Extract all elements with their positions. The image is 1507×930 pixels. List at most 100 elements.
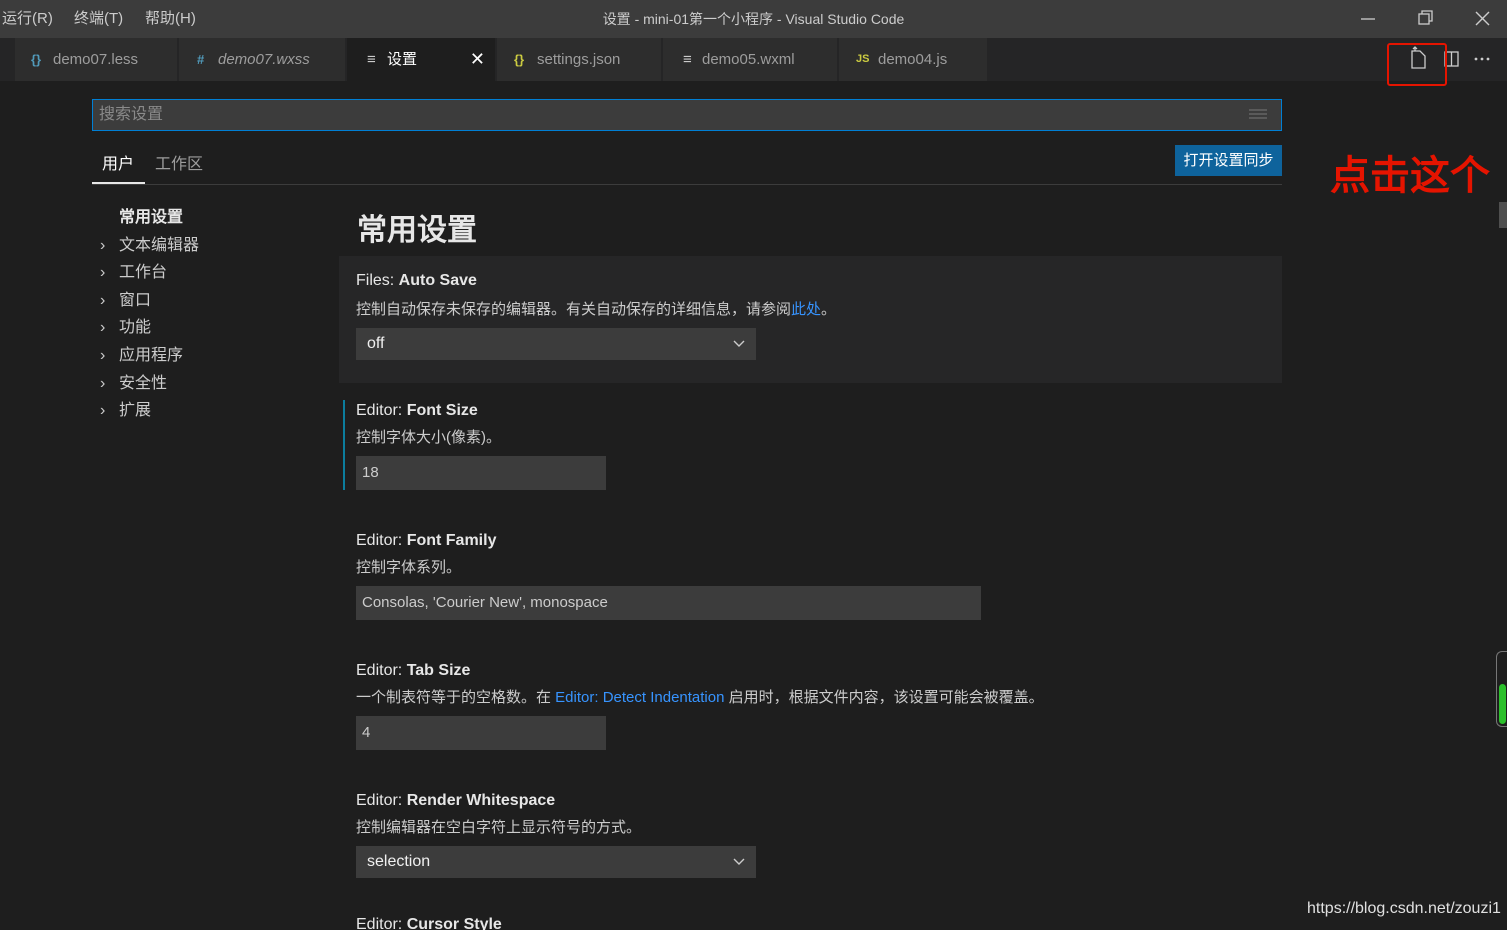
setting-files-auto-save: Files: Auto Save 控制自动保存未保存的编辑器。有关自动保存的详细…: [339, 256, 1282, 383]
progress-fill: [1499, 684, 1506, 724]
tab-workspace[interactable]: 工作区: [155, 147, 203, 184]
desc-text: 一个制表符等于的空格数。在: [356, 689, 556, 706]
focus-indicator: [343, 400, 345, 490]
close-window-button[interactable]: [1454, 0, 1507, 38]
toc-item-window[interactable]: › 窗口: [100, 287, 320, 315]
toc-item-label: 窗口: [119, 291, 152, 309]
json-braces-icon: {}: [514, 52, 525, 67]
tab-settings[interactable]: ≡ 设置 ✕: [347, 38, 496, 81]
desc-text-end: 。: [821, 301, 837, 318]
chevron-down-icon: [733, 340, 745, 347]
toc-item-label: 扩展: [119, 402, 152, 420]
setting-name: Auto Save: [398, 272, 477, 289]
toc-item-label: 工作台: [119, 264, 168, 282]
desc-text-end: 启用时，根据文件内容，该设置可能会被覆盖。: [724, 689, 1044, 706]
js-icon: JS: [856, 53, 870, 65]
setting-editor-cursor-style: Editor: Cursor Style: [339, 910, 1282, 930]
chevron-right-icon: ›: [100, 374, 106, 392]
settings-search-input[interactable]: 搜索设置: [92, 99, 1282, 131]
toc-item-label: 文本编辑器: [119, 236, 200, 254]
setting-category: Editor:: [356, 402, 407, 419]
tab-demo07-less[interactable]: {} demo07.less: [15, 38, 178, 81]
filter-icon[interactable]: [1249, 109, 1267, 121]
setting-editor-font-size: Editor: Font Size 控制字体大小(像素)。 18: [339, 396, 1282, 492]
title-bar: 运行(R) 终端(T) 帮助(H) 设置 - mini-01第一个小程序 - V…: [0, 0, 1507, 38]
file-lines-icon: ≡: [683, 51, 692, 68]
menu-help[interactable]: 帮助(H): [145, 0, 196, 38]
setting-title: Files: Auto Save: [356, 272, 477, 290]
setting-name: Cursor Style: [406, 916, 502, 930]
section-title: 常用设置: [357, 214, 477, 247]
auto-save-select[interactable]: off: [356, 328, 756, 360]
toc-item-workbench[interactable]: › 工作台: [100, 259, 320, 287]
watermark: https://blog.csdn.net/zouzi1: [1307, 900, 1501, 917]
setting-title: Editor: Font Size: [356, 402, 478, 420]
setting-editor-font-family: Editor: Font Family 控制字体系列。 Consolas, 'C…: [339, 526, 1282, 622]
tab-label: 设置: [387, 51, 418, 68]
tab-settings-json[interactable]: {} settings.json: [497, 38, 662, 81]
tab-demo07-wxss[interactable]: # demo07.wxss: [179, 38, 346, 81]
setting-description: 控制自动保存未保存的编辑器。有关自动保存的详细信息，请参阅此处。: [356, 298, 836, 319]
setting-description: 一个制表符等于的空格数。在 Editor: Detect Indentation…: [356, 686, 1044, 707]
setting-category: Editor:: [356, 662, 407, 679]
editor-tab-bar: {} demo07.less # demo07.wxss ≡ 设置 ✕ {} s…: [0, 38, 1507, 81]
menu-terminal[interactable]: 终端(T): [74, 0, 123, 38]
minimize-button[interactable]: [1340, 0, 1396, 38]
tab-label: demo07.wxss: [218, 51, 310, 68]
font-size-input[interactable]: 18: [356, 456, 606, 490]
chevron-right-icon: ›: [100, 236, 106, 254]
search-placeholder: 搜索设置: [99, 106, 164, 123]
chevron-right-icon: ›: [100, 291, 106, 309]
setting-title: Editor: Font Family: [356, 532, 496, 550]
toc-item-text-editor[interactable]: › 文本编辑器: [100, 232, 320, 260]
tab-user[interactable]: 用户: [92, 147, 145, 184]
side-progress-widget[interactable]: [1496, 651, 1507, 727]
chevron-right-icon: ›: [100, 264, 106, 282]
select-value: off: [367, 335, 385, 352]
scrollbar-thumb[interactable]: [1499, 202, 1507, 228]
chevron-down-icon: [733, 858, 745, 865]
select-value: selection: [367, 853, 431, 870]
toc-item-commonly-used[interactable]: 常用设置: [100, 204, 320, 232]
toc-item-features[interactable]: › 功能: [100, 314, 320, 342]
tab-label: settings.json: [537, 51, 621, 68]
settings-sync-button[interactable]: 打开设置同步: [1175, 145, 1282, 176]
chevron-right-icon: ›: [100, 319, 106, 337]
toc-item-application[interactable]: › 应用程序: [100, 342, 320, 370]
chevron-right-icon: ›: [100, 402, 106, 420]
setting-title: Editor: Tab Size: [356, 662, 470, 680]
close-icon: [1475, 11, 1490, 26]
close-tab-icon[interactable]: ✕: [470, 38, 485, 81]
settings-toc: 常用设置 › 文本编辑器 › 工作台 › 窗口 › 功能 › 应用程序 › 安全性 › 扩展: [100, 204, 320, 425]
window-title: 设置 - mini-01第一个小程序 - Visual Studio Code: [602, 11, 905, 27]
tab-demo04-js[interactable]: JS demo04.js: [839, 38, 988, 81]
restore-button[interactable]: [1397, 0, 1453, 38]
tab-label: demo07.less: [53, 51, 139, 68]
tab-label: demo05.wxml: [702, 51, 795, 68]
setting-description: 控制字体系列。: [356, 559, 462, 576]
toc-item-security[interactable]: › 安全性: [100, 370, 320, 398]
font-family-input[interactable]: Consolas, 'Courier New', monospace: [356, 586, 981, 620]
setting-category: Editor:: [356, 792, 407, 809]
toc-item-label: 安全性: [119, 374, 168, 392]
toc-item-extensions[interactable]: › 扩展: [100, 397, 320, 425]
tab-size-input[interactable]: 4: [356, 716, 606, 750]
desc-link[interactable]: Editor: Detect Indentation: [555, 689, 724, 706]
desc-link[interactable]: 此处: [791, 301, 821, 318]
menu-run[interactable]: 运行(R): [2, 0, 53, 38]
setting-editor-render-whitespace: Editor: Render Whitespace 控制编辑器在空白字符上显示符…: [339, 786, 1282, 882]
restore-icon: [1418, 10, 1433, 25]
settings-lines-icon: ≡: [367, 51, 376, 68]
annotation-text: 点击这个: [1330, 154, 1490, 198]
setting-title: Editor: Render Whitespace: [356, 792, 555, 810]
setting-category: Editor:: [356, 916, 407, 930]
more-actions-button[interactable]: [1468, 38, 1498, 81]
render-whitespace-select[interactable]: selection: [356, 846, 756, 878]
ellipsis-icon: [1474, 57, 1490, 61]
setting-title: Editor: Cursor Style: [356, 916, 502, 930]
setting-category: Files:: [356, 272, 399, 289]
desc-text: 控制自动保存未保存的编辑器。有关自动保存的详细信息，请参阅: [356, 301, 792, 318]
tab-demo05-wxml[interactable]: ≡ demo05.wxml: [663, 38, 838, 81]
toc-item-label: 功能: [119, 319, 152, 337]
hash-icon: #: [197, 52, 205, 67]
